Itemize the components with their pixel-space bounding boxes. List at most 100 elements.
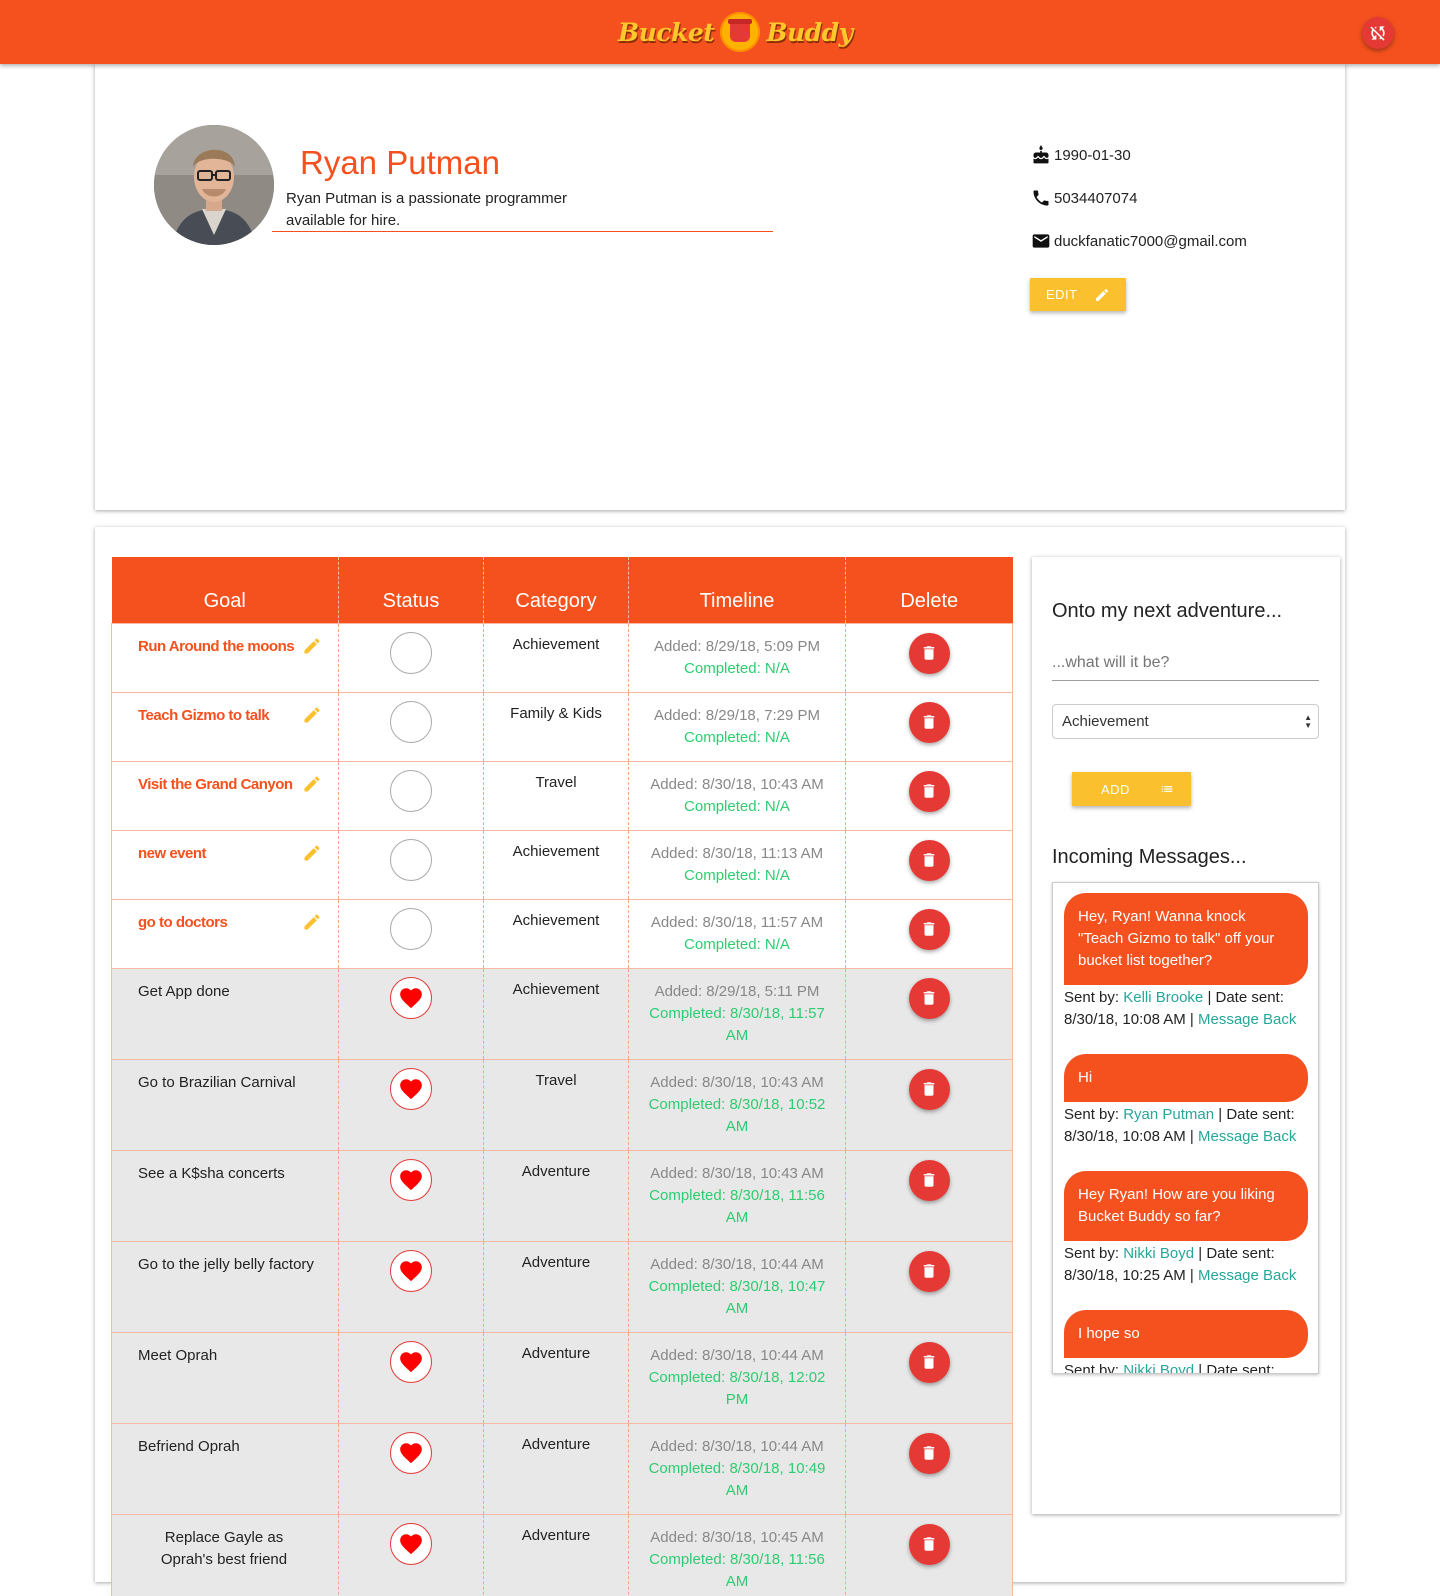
delete-cell: [845, 899, 1013, 968]
status-complete-toggle[interactable]: [390, 1340, 432, 1383]
delete-cell: [845, 1241, 1013, 1332]
delete-goal-button[interactable]: [908, 839, 950, 881]
add-goal-button[interactable]: ADD: [1072, 772, 1191, 806]
delete-goal-button[interactable]: [908, 1068, 950, 1110]
timeline-cell: Added: 8/30/18, 10:44 AM Completed: 8/30/…: [628, 1332, 846, 1423]
message-meta: Sent by: Ryan Putman | Date sent: 8/30/1…: [1064, 1104, 1308, 1148]
sender-link[interactable]: Kelli Brooke: [1123, 989, 1203, 1006]
select-arrows-icon: ▲ ▼: [1304, 713, 1312, 730]
message-bubble: I hope so: [1064, 1310, 1308, 1358]
message-back-link[interactable]: Message Back: [1198, 1011, 1296, 1028]
goal-cell: Visit the Grand Canyon: [112, 761, 339, 830]
trash-icon: [923, 1537, 935, 1551]
category-cell: Adventure: [483, 1150, 629, 1241]
edit-goal-icon[interactable]: [302, 636, 322, 656]
goal-wrap: Teach Gizmo to talk: [138, 705, 330, 727]
category-select[interactable]: Achievement ▲ ▼: [1052, 704, 1319, 739]
completed-date: Completed: N/A: [684, 659, 790, 677]
edit-goal-icon[interactable]: [302, 912, 322, 932]
profile-bio: Ryan Putman is a passionate programmer a…: [286, 190, 567, 229]
goal-text: Go to Brazilian Carnival: [138, 1073, 296, 1091]
timeline-cell: Added: 8/30/18, 11:13 AM Completed: N/A: [628, 830, 846, 899]
timeline-cell: Added: 8/29/18, 5:11 PM Completed: 8/30/1…: [628, 968, 846, 1059]
trash-icon: [923, 1355, 935, 1369]
goals-table: Goal Status Category Timeline Delete Run…: [111, 557, 1013, 1596]
message-back-link[interactable]: Message Back: [1198, 1128, 1296, 1145]
table-row: go to doctors Achievement Added: 8/30/18, …: [111, 899, 1013, 968]
messages-list[interactable]: Hey, Ryan! Wanna knock "Teach Gizmo to t…: [1052, 882, 1319, 1374]
completed-date: Completed: N/A: [684, 866, 790, 884]
avatar-photo: [154, 125, 274, 245]
status-complete-toggle[interactable]: [390, 1431, 432, 1474]
delete-goal-button[interactable]: [908, 1159, 950, 1201]
status-complete-toggle[interactable]: [390, 976, 432, 1019]
goal-text: Go to the jelly belly factory: [138, 1255, 314, 1273]
delete-goal-button[interactable]: [908, 1523, 950, 1565]
delete-goal-button[interactable]: [908, 1341, 950, 1383]
added-date: Added: 8/30/18, 10:43 AM: [650, 1073, 824, 1091]
trash-icon: [923, 1446, 935, 1460]
category-cell: Travel: [483, 761, 629, 830]
delete-goal-button[interactable]: [908, 701, 950, 743]
delete-goal-button[interactable]: [908, 770, 950, 812]
date-sent: 8/30/18, 10:25 AM |: [1064, 1267, 1194, 1284]
table-row: Run Around the moons Achievement Added: 8/…: [111, 623, 1013, 692]
date-sent: 8/30/18, 10:08 AM |: [1064, 1128, 1194, 1145]
sender-link[interactable]: Ryan Putman: [1123, 1106, 1214, 1123]
goal-text: Get App done: [138, 982, 230, 1000]
goal-cell: new event: [112, 830, 339, 899]
status-complete-toggle[interactable]: [390, 1249, 432, 1292]
added-date: Added: 8/30/18, 10:44 AM: [650, 1346, 824, 1364]
status-incomplete-toggle[interactable]: [390, 700, 432, 743]
table-row: Meet Oprah Adventure Added: 8/30/18, 10:44…: [111, 1332, 1013, 1423]
status-incomplete-toggle[interactable]: [390, 907, 432, 950]
added-date: Added: 8/30/18, 10:43 AM: [650, 775, 824, 793]
trash-icon: [923, 784, 935, 798]
status-incomplete-toggle[interactable]: [390, 838, 432, 881]
delete-goal-button[interactable]: [908, 977, 950, 1019]
goal-cell: Replace Gayle as Oprah's best friend: [111, 1514, 339, 1596]
delete-goal-button[interactable]: [908, 908, 950, 950]
birthday-value: 1990-01-30: [1054, 146, 1131, 164]
added-date: Added: 8/29/18, 7:29 PM: [654, 706, 820, 724]
sender-link[interactable]: Nikki Boyd: [1123, 1362, 1194, 1373]
delete-cell: [845, 1514, 1013, 1596]
message-item: I hope so Sent by: Nikki Boyd | Date sent…: [1064, 1310, 1308, 1374]
category-cell: Achievement: [483, 899, 629, 968]
delete-goal-button[interactable]: [908, 632, 950, 674]
date-label: | Date sent:: [1198, 1245, 1275, 1262]
edit-goal-icon[interactable]: [302, 843, 322, 863]
email-row: duckfanatic7000@gmail.com: [1031, 231, 1247, 251]
delete-goal-button[interactable]: [908, 1432, 950, 1474]
completed-date: Completed: N/A: [684, 935, 790, 953]
edit-profile-button[interactable]: EDIT: [1030, 278, 1126, 311]
status-cell: [338, 1514, 484, 1596]
message-back-link[interactable]: Message Back: [1198, 1267, 1296, 1284]
phone-icon: [1033, 190, 1049, 206]
status-cell: [338, 1241, 484, 1332]
category-selected-value: Achievement: [1062, 713, 1149, 730]
status-cell: [338, 1150, 484, 1241]
edit-goal-icon[interactable]: [302, 774, 322, 794]
sent-by-label: Sent by:: [1064, 1362, 1120, 1374]
message-item: Hey, Ryan! Wanna knock "Teach Gizmo to t…: [1064, 893, 1308, 1031]
delete-cell: [845, 623, 1013, 692]
status-complete-toggle[interactable]: [390, 1522, 432, 1565]
status-incomplete-toggle[interactable]: [390, 631, 432, 674]
category-text: Adventure: [521, 1526, 591, 1544]
status-incomplete-toggle[interactable]: [390, 769, 432, 812]
sync-disabled-button[interactable]: [1362, 17, 1394, 49]
date-label: | Date sent:: [1198, 1362, 1275, 1374]
sender-link[interactable]: Nikki Boyd: [1123, 1245, 1194, 1262]
status-complete-toggle[interactable]: [390, 1158, 432, 1201]
message-bubble: Hi: [1064, 1054, 1308, 1102]
completed-date: Completed: 8/30/18, 10:52 AM: [648, 1095, 826, 1135]
new-goal-input[interactable]: [1052, 645, 1319, 681]
status-complete-toggle[interactable]: [390, 1067, 432, 1110]
edit-goal-icon[interactable]: [302, 705, 322, 725]
bucket-buddy-logo[interactable]: Bucket Buddy: [618, 10, 853, 54]
pencil-icon: [1095, 288, 1108, 301]
delete-goal-button[interactable]: [908, 1250, 950, 1292]
birthday-row: 1990-01-30: [1031, 144, 1131, 166]
table-row: Visit the Grand Canyon Travel Added: 8/30/…: [111, 761, 1013, 830]
